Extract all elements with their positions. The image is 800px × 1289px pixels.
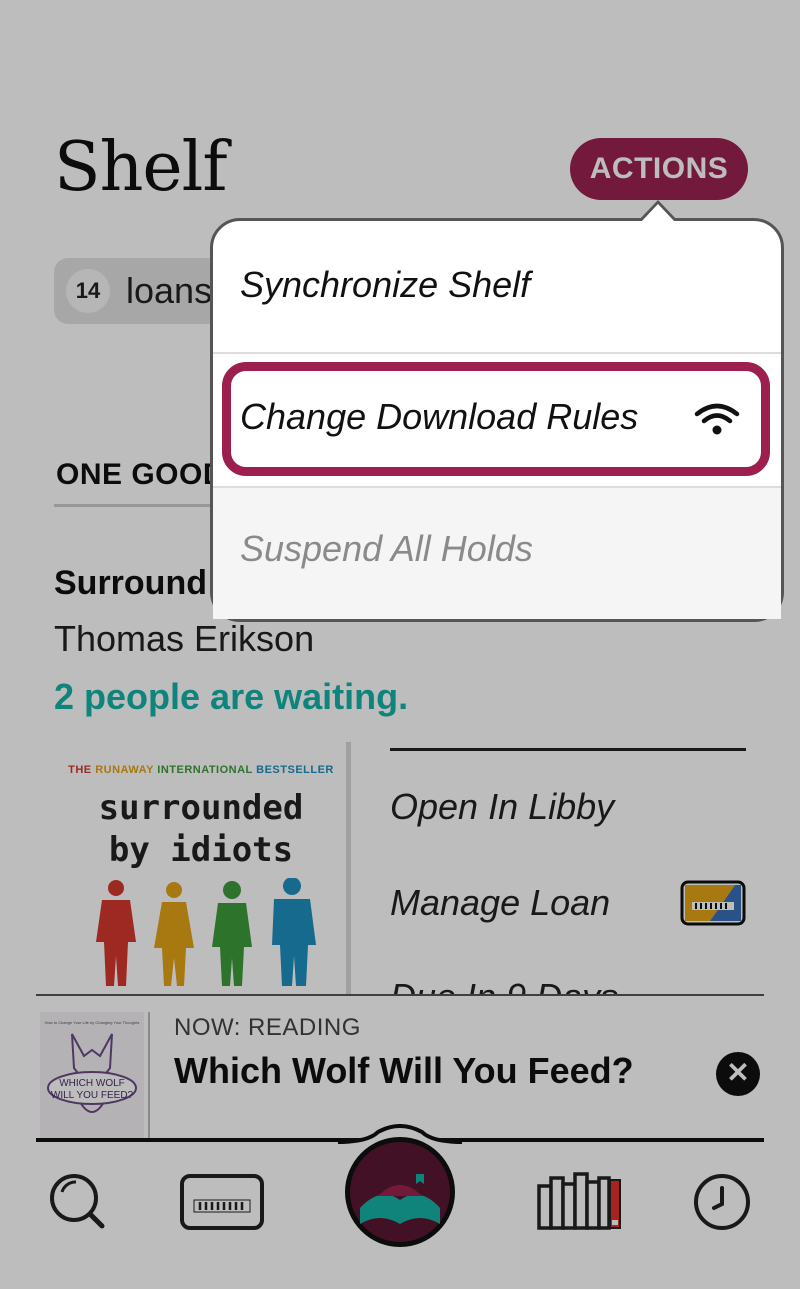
menu-divider bbox=[213, 352, 781, 354]
wifi-icon bbox=[694, 403, 740, 435]
popover-arrow-fill bbox=[641, 204, 675, 222]
modal-backdrop[interactable] bbox=[0, 0, 800, 1289]
menu-item-synchronize-shelf[interactable]: Synchronize Shelf bbox=[240, 264, 530, 306]
menu-item-suspend-all-holds: Suspend All Holds bbox=[240, 528, 533, 569]
menu-item-change-download-rules[interactable]: Change Download Rules bbox=[240, 396, 638, 438]
